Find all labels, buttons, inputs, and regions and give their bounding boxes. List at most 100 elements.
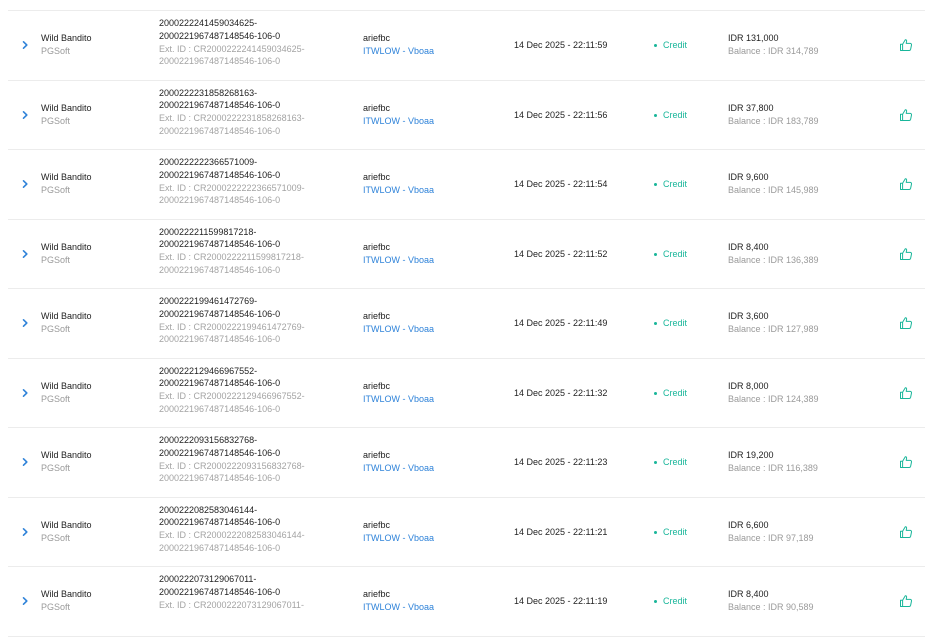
status-label: Credit: [663, 318, 688, 329]
status-label: Credit: [663, 526, 688, 537]
table-row[interactable]: Wild Bandito PGSoft 2000222073129067011- 2…: [8, 567, 925, 637]
external-id-suffix: 2000221967487148546-106-0: [159, 125, 281, 136]
user-cell: ariefbc ITWLOW - Vboaa: [363, 241, 434, 267]
status-dot-icon: [654, 600, 657, 604]
chevron-right-icon[interactable]: [20, 40, 30, 50]
chevron-right-icon[interactable]: [20, 110, 30, 120]
game-provider: PGSoft: [41, 254, 71, 265]
game-cell: Wild Bandito PGSoft: [41, 241, 92, 267]
external-id-suffix: 2000221967487148546-106-0: [159, 403, 281, 414]
table-row[interactable]: Wild Bandito PGSoft 2000222211599817218- 2…: [8, 220, 925, 289]
status-label: Credit: [663, 457, 688, 468]
chevron-right-icon[interactable]: [20, 318, 30, 328]
user-cell: ariefbc ITWLOW - Vboaa: [363, 102, 434, 128]
transaction-id-cell: 2000222073129067011- 2000221967487148546-…: [159, 573, 359, 611]
table-row[interactable]: Wild Bandito PGSoft 2000222082583046144- 2…: [8, 498, 925, 567]
status-dot-icon: [654, 391, 657, 395]
transaction-id-suffix: 2000221967487148546-106-0: [159, 517, 281, 528]
chevron-right-icon[interactable]: [20, 249, 30, 259]
site-link[interactable]: ITWLOW - Vboaa: [363, 184, 434, 197]
game-provider: PGSoft: [41, 463, 71, 474]
user-cell: ariefbc ITWLOW - Vboaa: [363, 310, 434, 336]
transaction-id-cell: 2000222093156832768- 2000221967487148546-…: [159, 434, 359, 485]
game-cell: Wild Bandito PGSoft: [41, 32, 92, 58]
transaction-id: 2000222231858268163-: [159, 87, 258, 98]
transaction-date: 14 Dec 2025 - 22:11:23: [514, 457, 608, 468]
transaction-id: 2000222129466967552-: [159, 365, 258, 376]
game-cell: Wild Bandito PGSoft: [41, 449, 92, 475]
table-row[interactable]: Wild Bandito PGSoft 2000222093156832768- 2…: [8, 428, 925, 498]
game-cell: Wild Bandito PGSoft: [41, 380, 92, 406]
amount: IDR 131,000: [728, 33, 779, 44]
transaction-id-cell: 2000222211599817218- 2000221967487148546-…: [159, 226, 359, 277]
transaction-id-suffix: 2000221967487148546-106-0: [159, 378, 281, 389]
external-id: Ext. ID : CR2000222241459034625-: [159, 43, 305, 54]
thumbs-up-icon[interactable]: [899, 177, 913, 191]
status-badge: Credit: [654, 388, 687, 398]
amount-cell: IDR 37,800 Balance : IDR 183,789: [728, 102, 819, 128]
site-link[interactable]: ITWLOW - Vboaa: [363, 115, 434, 128]
status-badge: Credit: [654, 457, 687, 467]
status-label: Credit: [663, 248, 688, 259]
username: ariefbc: [363, 172, 391, 183]
thumbs-up-icon[interactable]: [899, 38, 913, 52]
game-cell: Wild Bandito PGSoft: [41, 519, 92, 545]
thumbs-up-icon[interactable]: [899, 525, 913, 539]
game-name: Wild Bandito: [41, 102, 92, 113]
balance: Balance : IDR 90,589: [728, 602, 814, 613]
thumbs-up-icon[interactable]: [899, 247, 913, 261]
site-link[interactable]: ITWLOW - Vboaa: [363, 532, 434, 545]
thumbs-up-icon[interactable]: [899, 316, 913, 330]
table-row[interactable]: Wild Bandito PGSoft 2000222231858268163- 2…: [8, 81, 925, 150]
table-row[interactable]: Wild Bandito PGSoft 2000222241459034625- 2…: [8, 11, 925, 81]
chevron-right-icon[interactable]: [20, 527, 30, 537]
user-cell: ariefbc ITWLOW - Vboaa: [363, 380, 434, 406]
username: ariefbc: [363, 241, 391, 252]
site-link[interactable]: ITWLOW - Vboaa: [363, 254, 434, 267]
game-name: Wild Bandito: [41, 172, 92, 183]
user-cell: ariefbc ITWLOW - Vboaa: [363, 588, 434, 614]
game-name: Wild Bandito: [41, 589, 92, 600]
balance: Balance : IDR 116,389: [728, 463, 818, 474]
site-link[interactable]: ITWLOW - Vboaa: [363, 601, 434, 614]
external-id-suffix: 2000221967487148546-106-0: [159, 195, 281, 206]
status-dot-icon: [654, 461, 657, 465]
amount: IDR 8,400: [728, 241, 769, 252]
table-row[interactable]: Wild Bandito PGSoft 2000222222366571009- 2…: [8, 150, 925, 220]
transaction-id-suffix: 2000221967487148546-106-0: [159, 586, 281, 597]
site-link[interactable]: ITWLOW - Vboaa: [363, 323, 434, 336]
transaction-date: 14 Dec 2025 - 22:11:32: [514, 387, 608, 398]
chevron-right-icon[interactable]: [20, 388, 30, 398]
chevron-right-icon[interactable]: [20, 457, 30, 467]
site-link[interactable]: ITWLOW - Vboaa: [363, 393, 434, 406]
status-badge: Credit: [654, 110, 687, 120]
transaction-id: 2000222222366571009-: [159, 157, 258, 167]
username: ariefbc: [363, 589, 391, 600]
chevron-right-icon[interactable]: [20, 179, 30, 189]
thumbs-up-icon[interactable]: [899, 386, 913, 400]
site-link[interactable]: ITWLOW - Vboaa: [363, 45, 434, 58]
transaction-id-suffix: 2000221967487148546-106-0: [159, 30, 281, 41]
transaction-id-suffix: 2000221967487148546-106-0: [159, 308, 281, 319]
balance: Balance : IDR 145,989: [728, 185, 819, 196]
transaction-id: 2000222073129067011-: [159, 574, 257, 584]
amount-cell: IDR 8,400 Balance : IDR 90,589: [728, 588, 814, 614]
site-link[interactable]: ITWLOW - Vboaa: [363, 462, 434, 475]
transaction-id-cell: 2000222241459034625- 2000221967487148546-…: [159, 17, 359, 68]
table-row[interactable]: Wild Bandito PGSoft 2000222199461472769- 2…: [8, 289, 925, 359]
game-cell: Wild Bandito PGSoft: [41, 310, 92, 336]
game-provider: PGSoft: [41, 324, 71, 335]
status-label: Credit: [663, 596, 688, 607]
status-label: Credit: [663, 40, 688, 51]
thumbs-up-icon[interactable]: [899, 594, 913, 608]
status-badge: Credit: [654, 318, 687, 328]
username: ariefbc: [363, 380, 391, 391]
chevron-right-icon[interactable]: [20, 596, 30, 606]
game-name: Wild Bandito: [41, 380, 92, 391]
thumbs-up-icon[interactable]: [899, 108, 913, 122]
status-label: Credit: [663, 109, 688, 120]
table-row[interactable]: Wild Bandito PGSoft 2000222129466967552- 2…: [8, 359, 925, 428]
thumbs-up-icon[interactable]: [899, 455, 913, 469]
balance: Balance : IDR 127,989: [728, 324, 819, 335]
amount-cell: IDR 19,200 Balance : IDR 116,389: [728, 449, 818, 475]
